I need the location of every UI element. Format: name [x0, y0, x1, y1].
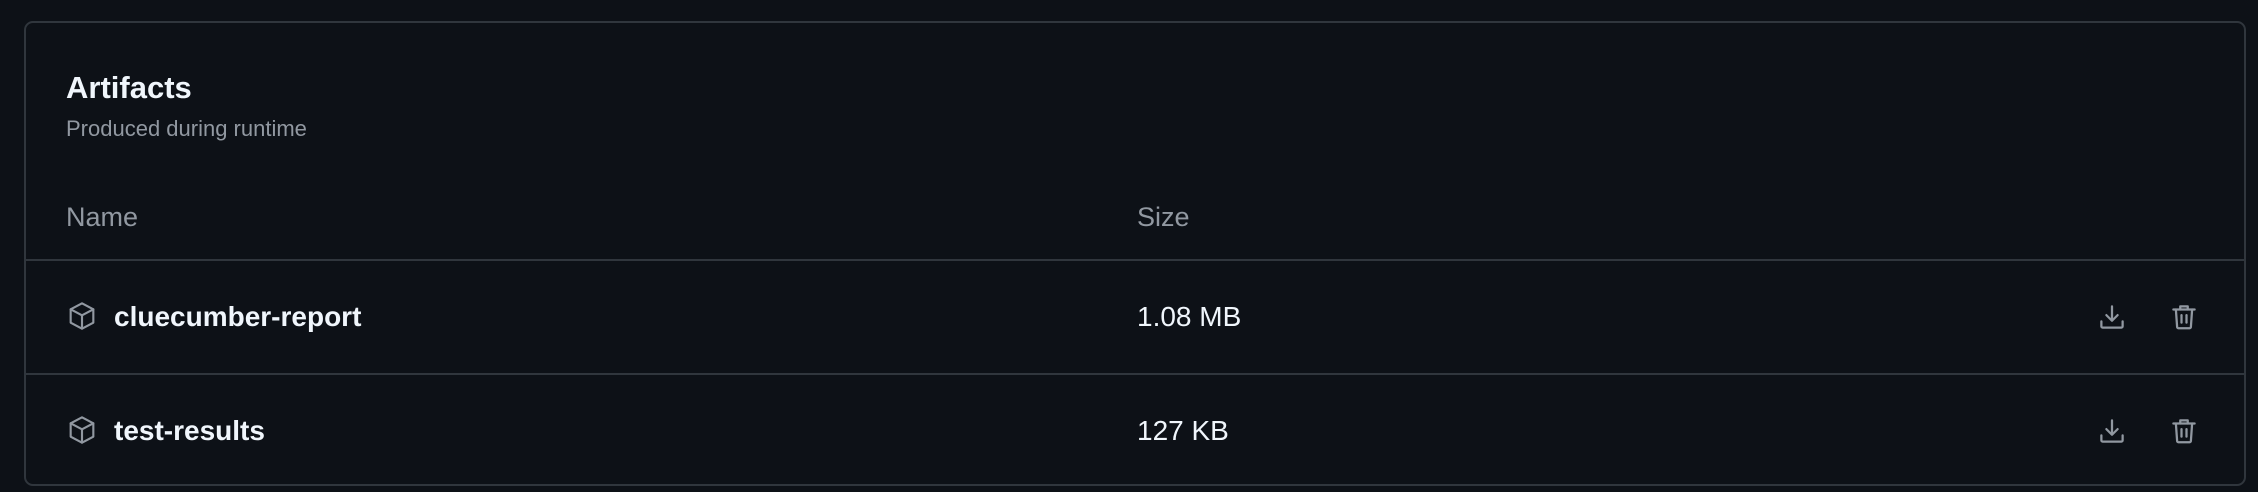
download-button[interactable]: [2090, 295, 2134, 339]
download-button[interactable]: [2090, 409, 2134, 453]
artifact-size: 127 KB: [1137, 415, 1229, 446]
download-icon: [2097, 416, 2127, 446]
artifacts-title: Artifacts: [66, 70, 192, 105]
trash-icon: [2169, 416, 2199, 446]
trash-icon: [2169, 302, 2199, 332]
delete-button[interactable]: [2162, 295, 2206, 339]
artifacts-panel: Artifacts Produced during runtime Name S…: [24, 21, 2246, 486]
artifact-row: cluecumber-report 1.08 MB: [26, 259, 2244, 373]
artifact-size: 1.08 MB: [1137, 301, 1242, 332]
column-header-size: Size: [1137, 202, 1190, 232]
artifact-name-link[interactable]: test-results: [114, 411, 265, 451]
artifact-row: test-results 127 KB: [26, 373, 2244, 484]
package-icon: [66, 300, 98, 332]
artifact-name-link[interactable]: cluecumber-report: [114, 297, 361, 337]
delete-button[interactable]: [2162, 409, 2206, 453]
column-header-name: Name: [66, 202, 139, 232]
package-icon: [66, 414, 98, 446]
download-icon: [2097, 302, 2127, 332]
artifacts-subtitle: Produced during runtime: [66, 116, 307, 141]
artifacts-header: Artifacts Produced during runtime: [66, 68, 307, 144]
